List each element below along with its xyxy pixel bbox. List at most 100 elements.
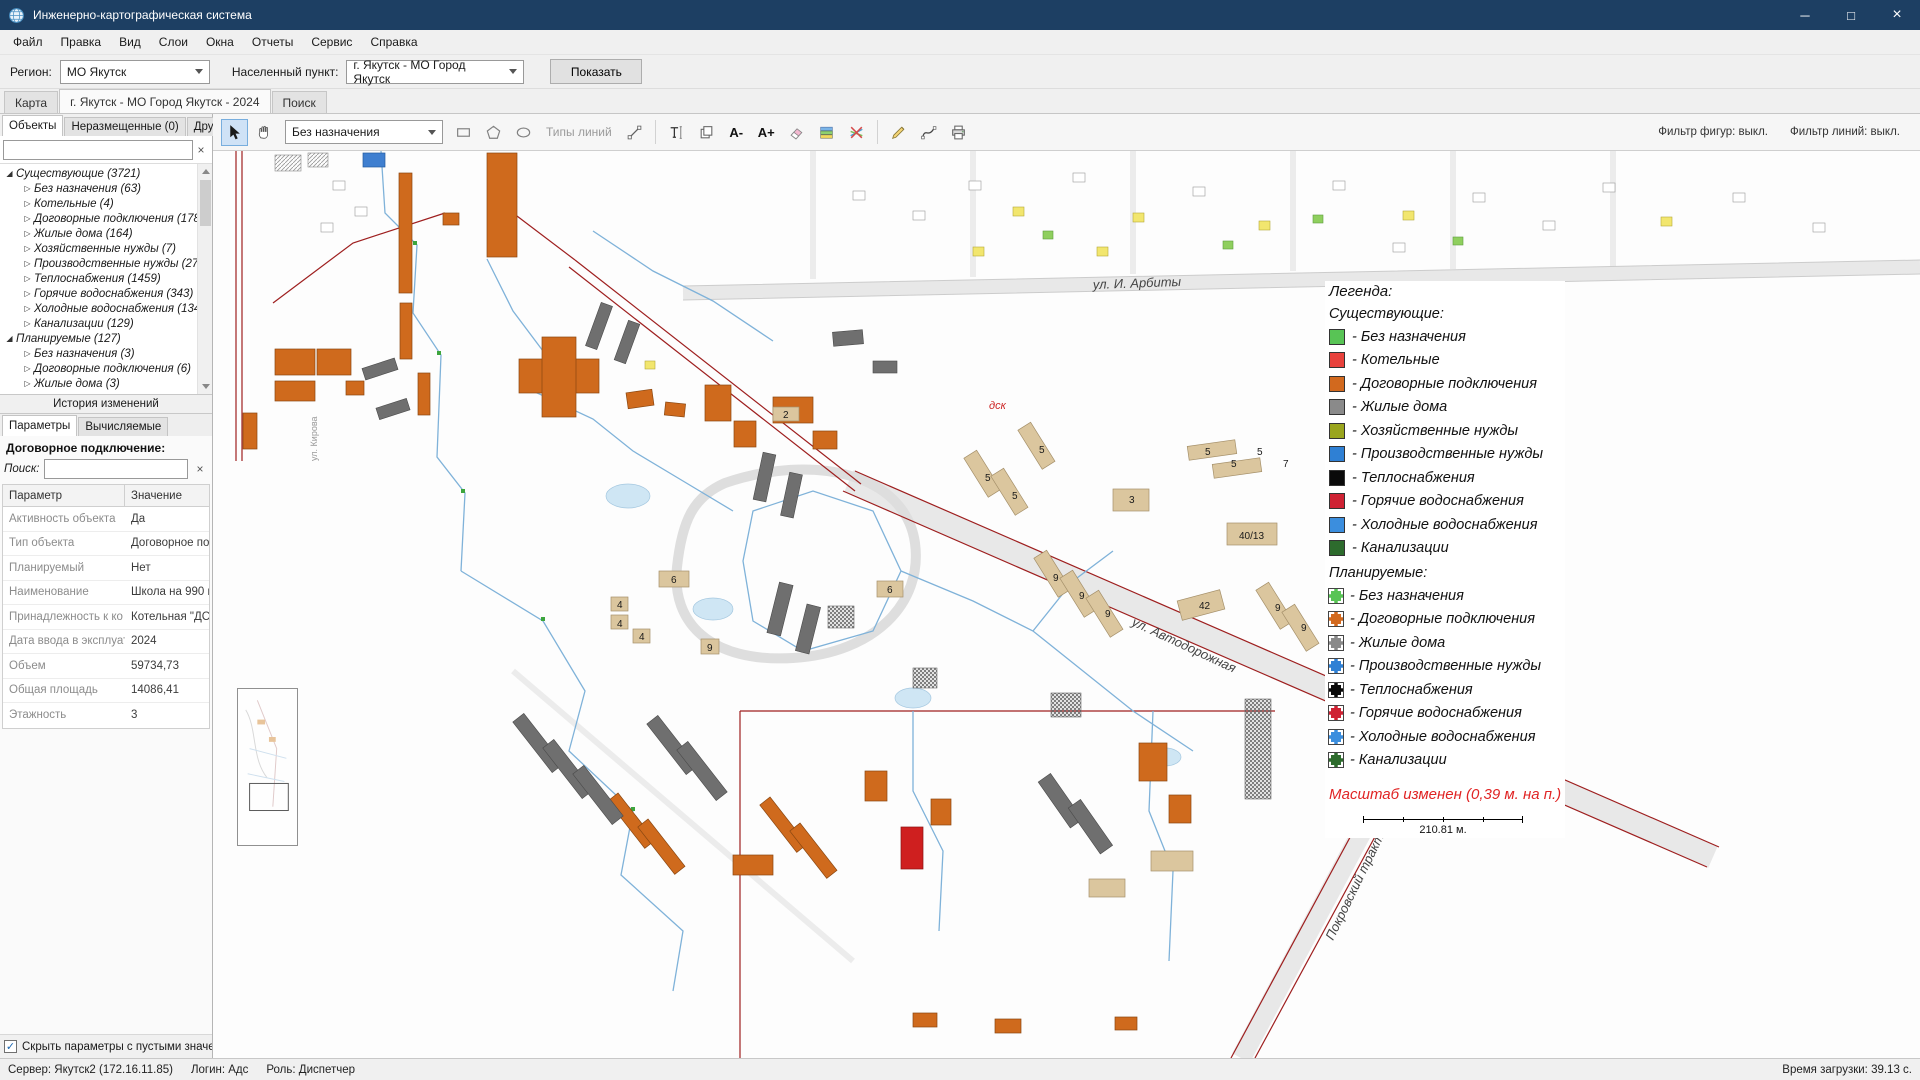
tree-expander-icon[interactable]: ▷: [21, 184, 34, 193]
ellipse-tool-button[interactable]: [510, 119, 537, 146]
objects-search-input[interactable]: [3, 140, 193, 160]
table-row[interactable]: Наименование Школа на 990 м: [3, 581, 209, 606]
pan-tool-button[interactable]: [251, 119, 278, 146]
tree-item[interactable]: ▷ Котельные (4): [0, 196, 212, 211]
tree-expander-icon[interactable]: ▷: [21, 229, 34, 238]
hide-empty-checkbox[interactable]: ✓: [4, 1040, 17, 1053]
tree-expander-icon[interactable]: ▷: [21, 244, 34, 253]
table-row[interactable]: Объем 59734,73: [3, 654, 209, 679]
tree-expander-icon[interactable]: ◢: [3, 169, 16, 178]
tree-item[interactable]: ▷ Канализации (129): [0, 316, 212, 331]
tree-expander-icon[interactable]: ▷: [21, 214, 34, 223]
map-canvas[interactable]: ул. И. Арбитыул. АвтодорожнаяПокровский …: [213, 151, 1920, 1058]
copy-tool-button[interactable]: [693, 119, 720, 146]
font-increase-button[interactable]: A+: [753, 119, 780, 146]
parameters-search-input[interactable]: [44, 459, 189, 479]
minimap-viewport[interactable]: [250, 783, 289, 810]
tree-expander-icon[interactable]: ▷: [21, 364, 34, 373]
document-tab[interactable]: г. Якутск - МО Город Якутск - 2024: [59, 89, 270, 113]
table-row[interactable]: Активность объекта Да: [3, 507, 209, 532]
tree-item[interactable]: ▷ Договорные подключения (6): [0, 361, 212, 376]
table-row[interactable]: Планируемый Нет: [3, 556, 209, 581]
hide-empty-row: ✓ Скрыть параметры с пустыми значениями: [0, 1034, 212, 1058]
table-row[interactable]: Принадлежность к ко Котельная "ДСК: [3, 605, 209, 630]
menu-item[interactable]: Файл: [4, 32, 52, 52]
legend-item: - Производственные нужды: [1329, 655, 1561, 679]
document-tab[interactable]: Поиск: [272, 91, 327, 113]
window-title: Инженерно-картографическая система: [33, 8, 252, 22]
tree-expander-icon[interactable]: ▷: [21, 319, 34, 328]
tree-scrollbar[interactable]: [197, 164, 212, 394]
table-row[interactable]: Общая площадь 14086,41: [3, 679, 209, 704]
tree-item[interactable]: ▷ Договорные подключения (178): [0, 211, 212, 226]
rectangle-tool-button[interactable]: [450, 119, 477, 146]
measure-tool-button[interactable]: [885, 119, 912, 146]
region-select[interactable]: МО Якутск: [60, 60, 210, 84]
purpose-select[interactable]: Без назначения: [285, 120, 443, 144]
column-header-value[interactable]: Значение: [125, 485, 209, 506]
tree-expander-icon[interactable]: ▷: [21, 379, 34, 388]
table-row[interactable]: Тип объекта Договорное под: [3, 532, 209, 557]
tree-expander-icon[interactable]: ▷: [21, 304, 34, 313]
menu-item[interactable]: Окна: [197, 32, 243, 52]
menu-item[interactable]: Правка: [52, 32, 111, 52]
menu-item[interactable]: Отчеты: [243, 32, 302, 52]
table-row[interactable]: Этажность 3: [3, 703, 209, 728]
menu-item[interactable]: Справка: [361, 32, 426, 52]
tree-item[interactable]: ▷ Холодные водоснабжения (1347): [0, 301, 212, 316]
eraser-tool-button[interactable]: [783, 119, 810, 146]
document-tab[interactable]: Карта: [4, 91, 58, 113]
tree-item[interactable]: ▷ Жилые дома (3): [0, 376, 212, 391]
objects-panel-tab[interactable]: Объекты: [2, 115, 63, 136]
show-button[interactable]: Показать: [550, 59, 642, 84]
overview-minimap[interactable]: [237, 688, 298, 846]
polyline-tool-button[interactable]: [915, 119, 942, 146]
scroll-up-icon[interactable]: [202, 169, 210, 174]
scroll-down-icon[interactable]: [202, 384, 210, 389]
clear-search-icon[interactable]: ×: [193, 143, 209, 157]
tree-item[interactable]: ▷ Хозяйственные нужды (7): [0, 241, 212, 256]
parameters-tab[interactable]: Параметры: [2, 415, 77, 436]
close-button[interactable]: ×: [1874, 0, 1920, 30]
parameters-tab[interactable]: Вычисляемые: [78, 417, 168, 436]
scrollbar-thumb[interactable]: [200, 180, 211, 226]
tree-item[interactable]: ◢ Существующие (3721): [0, 166, 212, 181]
tree-expander-icon[interactable]: ▷: [21, 349, 34, 358]
maximize-button[interactable]: □: [1828, 0, 1874, 30]
parameter-value: Школа на 990 м: [125, 586, 209, 598]
tree-expander-icon[interactable]: ◢: [3, 334, 16, 343]
menu-item[interactable]: Сервис: [302, 32, 361, 52]
clear-search-icon[interactable]: ×: [192, 462, 208, 476]
settlement-select[interactable]: г. Якутск - МО Город Якутск: [346, 60, 524, 84]
menu-item[interactable]: Слои: [150, 32, 197, 52]
tree-expander-icon[interactable]: ▷: [21, 199, 34, 208]
tree-item[interactable]: ▷ Без назначения (63): [0, 181, 212, 196]
polygon-tool-button[interactable]: [480, 119, 507, 146]
tree-item[interactable]: ▷ Горячие водоснабжения (343): [0, 286, 212, 301]
pointer-tool-button[interactable]: [221, 119, 248, 146]
tree-item[interactable]: ▷ Жилые дома (164): [0, 226, 212, 241]
history-button[interactable]: История изменений: [0, 394, 212, 414]
line-tool-button[interactable]: [621, 119, 648, 146]
text-tool-button[interactable]: [663, 119, 690, 146]
tree-item[interactable]: ▷ Теплоснабжения (1459): [0, 271, 212, 286]
menu-item[interactable]: Вид: [110, 32, 150, 52]
tree-expander-icon[interactable]: ▷: [21, 259, 34, 268]
tree-item[interactable]: ◢ Планируемые (127): [0, 331, 212, 346]
tree-item[interactable]: ▷ Производственные нужды (27): [0, 256, 212, 271]
settlement-label: Населенный пункт:: [232, 65, 339, 79]
minimap-canvas[interactable]: [238, 689, 297, 845]
objects-panel-tab[interactable]: Неразмещенные (0): [64, 117, 185, 136]
layers-colors-button[interactable]: [813, 119, 840, 146]
column-header-parameter[interactable]: Параметр: [3, 485, 125, 506]
tree-item[interactable]: ▷ Без назначения (3): [0, 346, 212, 361]
font-decrease-button[interactable]: A-: [723, 119, 750, 146]
print-button[interactable]: [945, 119, 972, 146]
tree-expander-icon[interactable]: ▷: [21, 289, 34, 298]
hide-lines-button[interactable]: [843, 119, 870, 146]
polygon-icon: [485, 124, 502, 141]
table-row[interactable]: Дата ввода в эксплуат 2024: [3, 630, 209, 655]
rectangle-icon: [455, 124, 472, 141]
tree-expander-icon[interactable]: ▷: [21, 274, 34, 283]
minimize-button[interactable]: ─: [1782, 0, 1828, 30]
